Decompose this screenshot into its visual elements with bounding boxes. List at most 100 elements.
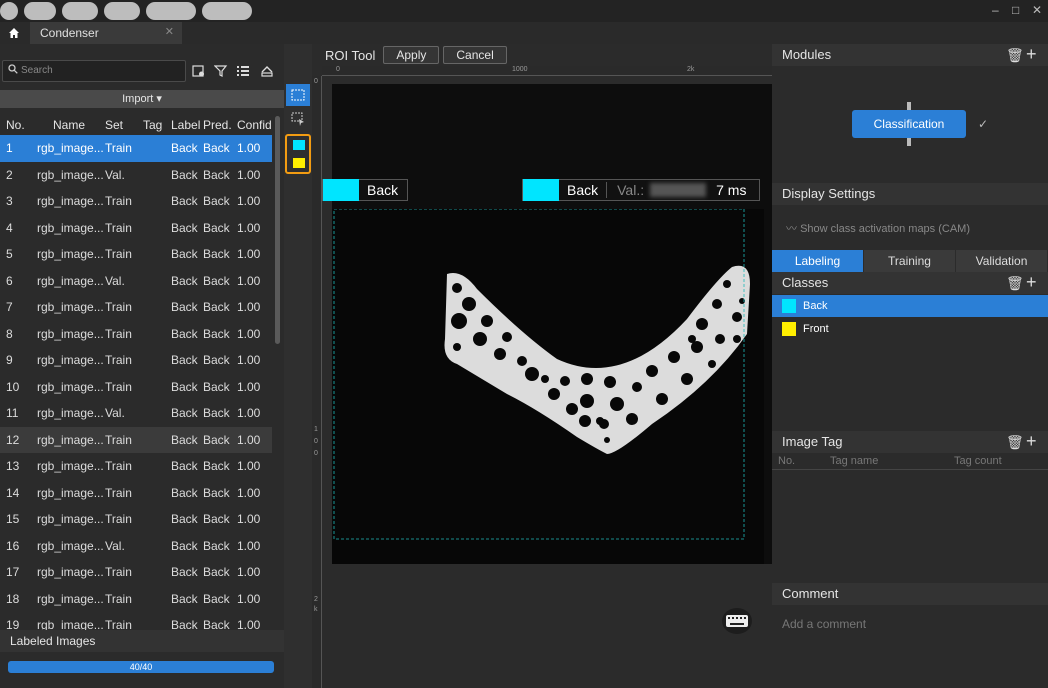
- cell-set: Train: [105, 353, 132, 368]
- tab-label: Condenser: [40, 26, 99, 40]
- col-label[interactable]: Label: [171, 114, 203, 134]
- cell-name: rgb_image...: [37, 326, 104, 341]
- table-row[interactable]: 10 rgb_image... Train Back Back 1.00: [0, 374, 272, 401]
- table-row[interactable]: 11 rgb_image... Val. Back Back 1.00: [0, 400, 272, 427]
- cell-no: 17: [6, 565, 20, 580]
- cell-conf: 1.00: [237, 618, 261, 630]
- class-front-swatch[interactable]: [293, 158, 305, 168]
- table-row[interactable]: 17 rgb_image... Train Back Back 1.00: [0, 559, 272, 586]
- table-row[interactable]: 18 rgb_image... Train Back Back 1.00: [0, 586, 272, 613]
- val-label: Val.:: [617, 182, 645, 198]
- table-row[interactable]: 6 rgb_image... Val. Back Back 1.00: [0, 268, 272, 295]
- tab-training[interactable]: Training: [864, 250, 955, 272]
- cell-conf: 1.00: [237, 379, 261, 394]
- col-tag-count: Tag count: [954, 455, 1002, 467]
- table-row[interactable]: 4 rgb_image... Train Back Back 1.00: [0, 215, 272, 242]
- classes-header: Classes 🗑 +: [772, 272, 1048, 294]
- window-blurred-icon: [0, 2, 18, 20]
- collapse-icon[interactable]: [258, 62, 276, 80]
- col-pred[interactable]: Pred.: [203, 114, 237, 134]
- table-row[interactable]: 12 rgb_image... Train Back Back 1.00: [0, 426, 272, 453]
- table-row[interactable]: 15 rgb_image... Train Back Back 1.00: [0, 506, 272, 533]
- col-tag-name: Tag name: [830, 455, 879, 467]
- classification-module-button[interactable]: Classification: [852, 110, 966, 138]
- roi-move-icon[interactable]: [286, 108, 310, 130]
- trash-icon[interactable]: 🗑: [1006, 47, 1024, 64]
- part-image: [332, 208, 764, 564]
- cell-name: rgb_image...: [37, 591, 104, 606]
- cell-set: Train: [105, 565, 132, 580]
- maximize-button[interactable]: □: [1012, 3, 1019, 17]
- minimize-button[interactable]: –: [992, 3, 999, 17]
- add-icon[interactable]: +: [1026, 272, 1037, 293]
- cell-no: 9: [6, 353, 13, 368]
- ruler-label: 0: [314, 450, 318, 457]
- filter-icon[interactable]: [212, 62, 230, 80]
- add-icon[interactable]: +: [1026, 44, 1037, 65]
- class-color: [782, 299, 796, 313]
- trash-icon[interactable]: 🗑: [1006, 434, 1024, 451]
- class-back-swatch[interactable]: [293, 140, 305, 150]
- cancel-button[interactable]: Cancel: [443, 46, 507, 64]
- wave-icon: 〰: [786, 223, 797, 235]
- table-row[interactable]: 7 rgb_image... Train Back Back 1.00: [0, 294, 272, 321]
- class-item-back[interactable]: Back: [772, 295, 1048, 317]
- table-row[interactable]: 2 rgb_image... Val. Back Back 1.00: [0, 162, 272, 189]
- window-blurred-item: [146, 2, 196, 20]
- tab-labeling[interactable]: Labeling: [772, 250, 863, 272]
- cell-pred: Back: [203, 220, 230, 235]
- col-set[interactable]: Set: [105, 114, 143, 134]
- apply-button[interactable]: Apply: [383, 46, 440, 64]
- col-name[interactable]: Name: [33, 114, 105, 134]
- tab-bar: Condenser ✕: [0, 22, 1048, 44]
- list-view-icon[interactable]: [234, 62, 252, 80]
- cell-set: Train: [105, 326, 132, 341]
- cell-conf: 1.00: [237, 512, 261, 527]
- window-blurred-item: [104, 2, 140, 20]
- search-input[interactable]: Search: [2, 60, 186, 82]
- add-icon[interactable]: +: [1026, 431, 1037, 452]
- table-row[interactable]: 19 rgb_image... Train Back Back 1.00: [0, 612, 272, 630]
- keyboard-icon[interactable]: [722, 608, 752, 634]
- trash-icon[interactable]: 🗑: [1006, 275, 1024, 292]
- class-color-selector: [285, 134, 311, 174]
- cell-pred: Back: [203, 167, 230, 182]
- table-row[interactable]: 13 rgb_image... Train Back Back 1.00: [0, 453, 272, 480]
- table-row[interactable]: 8 rgb_image... Train Back Back 1.00: [0, 321, 272, 348]
- table-row[interactable]: 3 rgb_image... Train Back Back 1.00: [0, 188, 272, 215]
- table-row[interactable]: 9 rgb_image... Train Back Back 1.00: [0, 347, 272, 374]
- tab-validation[interactable]: Validation: [956, 250, 1047, 272]
- table-scrollbar[interactable]: [275, 116, 280, 344]
- display-settings-header: Display Settings: [772, 183, 1048, 205]
- label-text: Back: [367, 182, 399, 198]
- close-tab-icon[interactable]: ✕: [165, 25, 174, 38]
- inference-time: 7 ms: [716, 182, 747, 198]
- close-window-button[interactable]: ✕: [1032, 3, 1042, 17]
- window-blurred-item: [24, 2, 56, 20]
- roi-select-icon[interactable]: [286, 84, 310, 106]
- tab-condenser[interactable]: Condenser ✕: [30, 22, 182, 44]
- cam-toggle[interactable]: 〰 Show class activation maps (CAM): [786, 220, 970, 236]
- image-filter-icon[interactable]: [190, 62, 208, 80]
- cam-label: Show class activation maps (CAM): [800, 223, 971, 235]
- search-placeholder: Search: [21, 65, 53, 76]
- table-row[interactable]: 1 rgb_image... Train Back Back 1.00: [0, 135, 272, 162]
- table-row[interactable]: 5 rgb_image... Train Back Back 1.00: [0, 241, 272, 268]
- cell-pred: Back: [203, 459, 230, 474]
- cell-conf: 1.00: [237, 353, 261, 368]
- ruler-label: 1: [314, 426, 318, 433]
- home-icon[interactable]: [0, 22, 28, 44]
- right-panel: Modules 🗑 + Classification ✓ Display Set…: [772, 44, 1048, 688]
- col-confid[interactable]: Confid.: [237, 114, 272, 134]
- cell-conf: 1.00: [237, 565, 261, 580]
- cell-label: Back: [171, 618, 198, 630]
- cell-name: rgb_image...: [37, 512, 104, 527]
- comment-input[interactable]: Add a comment: [782, 617, 866, 631]
- table-row[interactable]: 14 rgb_image... Train Back Back 1.00: [0, 480, 272, 507]
- table-row[interactable]: 16 rgb_image... Val. Back Back 1.00: [0, 533, 272, 560]
- cell-pred: Back: [203, 353, 230, 368]
- col-tag[interactable]: Tag: [143, 114, 171, 134]
- class-item-front[interactable]: Front: [772, 318, 1048, 340]
- import-button[interactable]: Import ▾: [0, 90, 284, 108]
- col-no[interactable]: No.: [0, 114, 33, 134]
